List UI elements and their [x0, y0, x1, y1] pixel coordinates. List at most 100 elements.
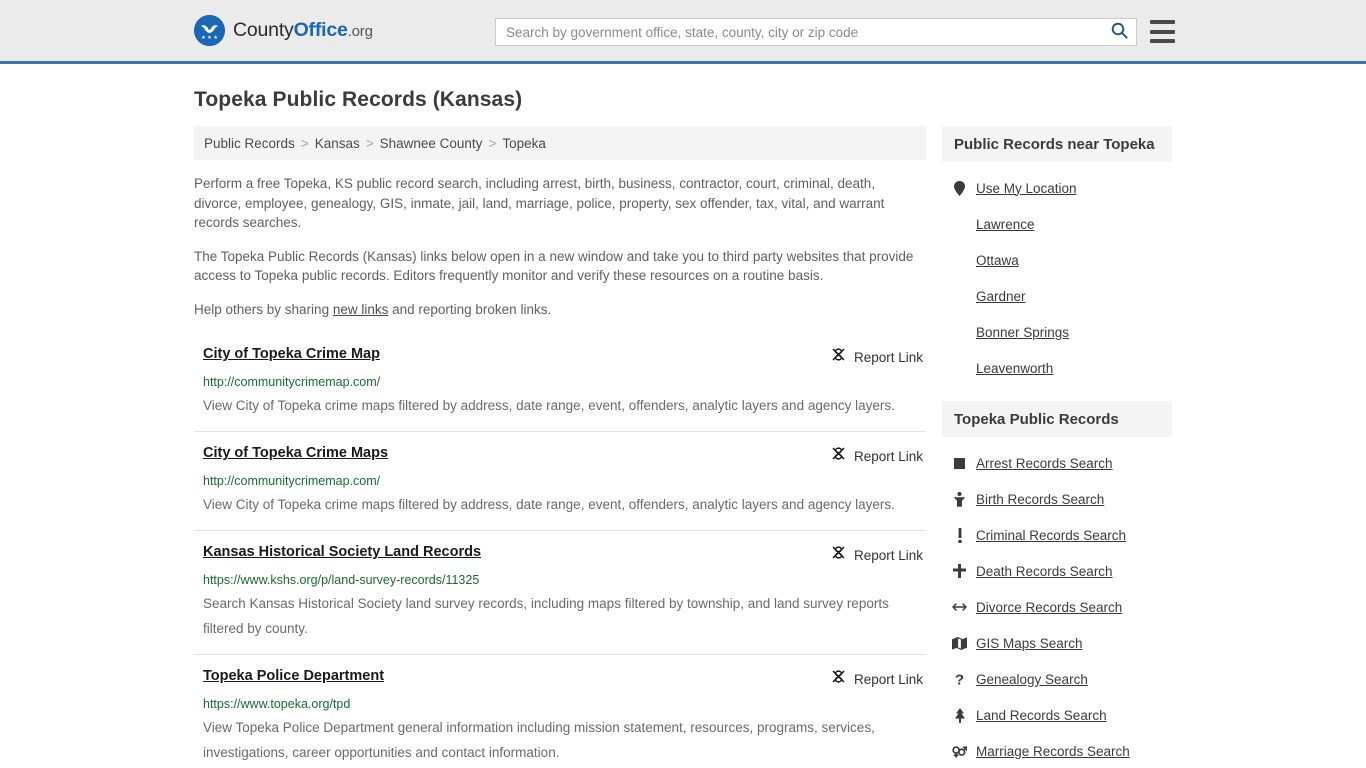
sidebar-item-label[interactable]: Birth Records Search	[976, 492, 1104, 507]
search-input[interactable]	[496, 19, 1102, 45]
sidebar-item-divorce-records-search[interactable]: Divorce Records Search	[952, 589, 1172, 625]
report-link-button[interactable]: Report Link	[830, 346, 926, 368]
breadcrumb-separator: >	[365, 135, 374, 151]
sidebar-item-label[interactable]: Lawrence	[976, 217, 1035, 232]
sidebar-item-criminal-records-search[interactable]: Criminal Records Search	[952, 517, 1172, 553]
sidebar-item-ottawa[interactable]: Ottawa	[952, 242, 1172, 278]
result-url[interactable]: https://www.kshs.org/p/land-survey-recor…	[203, 572, 926, 588]
sidebar-item-bonner-springs[interactable]: Bonner Springs	[952, 314, 1172, 350]
sidebar-item-land-records-search[interactable]: Land Records Search	[952, 697, 1172, 733]
map-icon	[952, 636, 967, 650]
logo-wordmark: CountyOffice.org	[233, 19, 373, 42]
sidebar-item-label[interactable]: Ottawa	[976, 253, 1019, 268]
sidebar-item-arrest-records-search[interactable]: Arrest Records Search	[952, 445, 1172, 481]
page-title: Topeka Public Records (Kansas)	[194, 88, 523, 111]
site-header: CountyOffice.org	[0, 0, 1366, 64]
sidebar-item-lawrence[interactable]: Lawrence	[952, 206, 1172, 242]
report-link-label: Report Link	[853, 448, 923, 464]
sidebar-item-label[interactable]: Bonner Springs	[976, 325, 1069, 340]
broken-link-icon	[832, 546, 845, 559]
intro-section: Perform a free Topeka, KS public record …	[194, 160, 926, 319]
intro-p3-before: Help others by sharing	[194, 301, 333, 317]
report-link-button[interactable]: Report Link	[830, 544, 926, 566]
question-mark-icon: ?	[952, 672, 967, 687]
sidebar-item-label[interactable]: Death Records Search	[976, 564, 1113, 579]
baby-icon	[952, 491, 967, 507]
broken-link-icon	[830, 544, 847, 566]
result-url[interactable]: https://www.topeka.org/tpd	[203, 696, 926, 712]
sidebar-item-label[interactable]: Use My Location	[976, 181, 1077, 196]
sidebar-item-gardner[interactable]: Gardner	[952, 278, 1172, 314]
sidebar-item-use-my-location[interactable]: Use My Location	[952, 170, 1172, 206]
sidebar-item-gis-maps-search[interactable]: GIS Maps Search	[952, 625, 1172, 661]
result-description: Search Kansas Historical Society land su…	[203, 596, 889, 636]
result-header: City of Topeka Crime Map Report Link	[203, 345, 926, 368]
breadcrumb-item-topeka: Topeka	[502, 135, 546, 151]
sidebar-item-label[interactable]: GIS Maps Search	[976, 636, 1083, 651]
new-links-link[interactable]: new links	[333, 302, 389, 317]
sidebar-records-list: Arrest Records Search Birth Records Searc…	[942, 437, 1172, 768]
hamburger-bar	[1150, 29, 1175, 34]
sidebar-item-genealogy-search[interactable]: ? Genealogy Search	[952, 661, 1172, 697]
sidebar: Public Records near Topeka Use My Locati…	[942, 126, 1172, 768]
result-item: Topeka Police Department Report Link https…	[194, 654, 926, 768]
sidebar-item-label[interactable]: Divorce Records Search	[976, 600, 1122, 615]
page-container: Topeka Public Records (Kansas) Public Re…	[0, 88, 1366, 768]
hamburger-bar	[1150, 39, 1175, 43]
result-url[interactable]: http://communitycrimemap.com/	[203, 473, 926, 489]
sidebar-item-label[interactable]: Leavenworth	[976, 361, 1053, 376]
sidebar-records-heading: Topeka Public Records	[942, 401, 1172, 437]
result-description: View Topeka Police Department general in…	[203, 720, 875, 760]
cross-icon	[952, 564, 967, 578]
content-columns: Public Records > Kansas > Shawnee County > Top…	[194, 126, 1172, 768]
report-link-label: Report Link	[853, 349, 923, 365]
result-header: City of Topeka Crime Maps Report Link	[203, 444, 926, 467]
sidebar-item-label[interactable]: Gardner	[976, 289, 1026, 304]
report-link-button[interactable]: Report Link	[830, 445, 926, 467]
tree-icon	[952, 707, 967, 723]
result-item: Kansas Historical Society Land Records Re…	[194, 530, 926, 654]
sidebar-records-box: Topeka Public Records Arrest Records Sea…	[942, 401, 1172, 768]
hamburger-menu-icon[interactable]	[1150, 20, 1175, 43]
result-title-link[interactable]: City of Topeka Crime Maps	[203, 444, 388, 463]
arrows-split-icon	[952, 602, 967, 612]
search-button[interactable]	[1102, 19, 1136, 45]
intro-paragraph-2: The Topeka Public Records (Kansas) links…	[194, 248, 914, 284]
sidebar-item-leavenworth[interactable]: Leavenworth	[952, 350, 1172, 386]
result-item: City of Topeka Crime Maps Report Link http…	[194, 431, 926, 530]
result-url[interactable]: http://communitycrimemap.com/	[203, 374, 926, 390]
sidebar-item-label[interactable]: Genealogy Search	[976, 672, 1088, 687]
result-description: View City of Topeka crime maps filtered …	[203, 497, 895, 512]
logo-text-county: County	[233, 19, 294, 41]
result-title-link[interactable]: Topeka Police Department	[203, 667, 384, 686]
sidebar-near-heading: Public Records near Topeka	[942, 126, 1172, 162]
result-title-link[interactable]: Kansas Historical Society Land Records	[203, 543, 481, 562]
breadcrumb-item-shawnee-county[interactable]: Shawnee County	[380, 136, 483, 151]
broken-link-icon	[830, 445, 847, 467]
eagle-shield-logo-icon	[194, 15, 225, 46]
result-header: Kansas Historical Society Land Records Re…	[203, 543, 926, 566]
sidebar-item-label[interactable]: Criminal Records Search	[976, 528, 1126, 543]
result-title-link[interactable]: City of Topeka Crime Map	[203, 345, 380, 364]
broken-link-icon	[832, 348, 845, 361]
sidebar-item-marriage-records-search[interactable]: Marriage Records Search	[952, 733, 1172, 768]
results-list: City of Topeka Crime Map Report Link http:…	[194, 342, 926, 768]
breadcrumb-item-kansas[interactable]: Kansas	[315, 136, 360, 151]
broken-link-icon	[830, 346, 847, 368]
sidebar-item-label[interactable]: Marriage Records Search	[976, 744, 1130, 759]
breadcrumb-item-public-records[interactable]: Public Records	[204, 136, 295, 151]
result-item: City of Topeka Crime Map Report Link http:…	[194, 342, 926, 431]
site-logo[interactable]: CountyOffice.org	[194, 15, 373, 46]
search-bar[interactable]	[495, 18, 1137, 46]
report-link-button[interactable]: Report Link	[830, 668, 926, 690]
report-link-label: Report Link	[853, 547, 923, 563]
sidebar-near-list: Use My Location Lawrence Ottawa Gardner Bonn…	[942, 162, 1172, 386]
sidebar-item-death-records-search[interactable]: Death Records Search	[952, 553, 1172, 589]
sidebar-item-birth-records-search[interactable]: Birth Records Search	[952, 481, 1172, 517]
sidebar-item-label[interactable]: Land Records Search	[976, 708, 1107, 723]
report-link-label: Report Link	[853, 671, 923, 687]
sidebar-item-label[interactable]: Arrest Records Search	[976, 456, 1113, 471]
breadcrumb: Public Records > Kansas > Shawnee County > Top…	[194, 126, 926, 160]
breadcrumb-separator: >	[488, 135, 497, 151]
square-icon	[952, 457, 967, 469]
